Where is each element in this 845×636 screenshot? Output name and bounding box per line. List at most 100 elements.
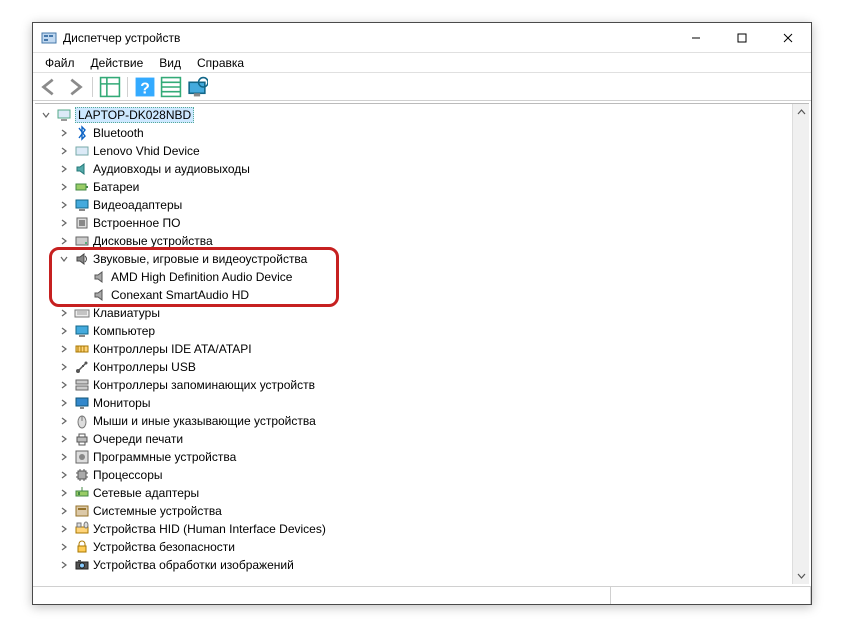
chevron-right-icon[interactable] bbox=[57, 234, 71, 248]
tree-item-label: LAPTOP-DK028NBD bbox=[75, 107, 194, 123]
menu-action[interactable]: Действие bbox=[83, 54, 152, 72]
display-icon bbox=[74, 197, 90, 213]
tree-category[interactable]: Мониторы bbox=[35, 394, 792, 412]
vertical-scrollbar[interactable] bbox=[792, 104, 809, 584]
chevron-right-icon[interactable] bbox=[57, 540, 71, 554]
chevron-down-icon[interactable] bbox=[39, 108, 53, 122]
cpu-icon bbox=[74, 467, 90, 483]
tree-item-label: Мониторы bbox=[93, 396, 150, 410]
tree-item-label: Устройства HID (Human Interface Devices) bbox=[93, 522, 326, 536]
scroll-up-arrow[interactable] bbox=[793, 104, 810, 121]
security-icon bbox=[74, 539, 90, 555]
tree-category[interactable]: Батареи bbox=[35, 178, 792, 196]
chevron-right-icon[interactable] bbox=[57, 432, 71, 446]
forward-button bbox=[63, 75, 87, 99]
battery-icon bbox=[74, 179, 90, 195]
chevron-right-icon[interactable] bbox=[57, 216, 71, 230]
tree-category[interactable]: Lenovo Vhid Device bbox=[35, 142, 792, 160]
tree-root[interactable]: LAPTOP-DK028NBD bbox=[35, 106, 792, 124]
chevron-right-icon[interactable] bbox=[57, 504, 71, 518]
tree-item-label: Контроллеры USB bbox=[93, 360, 196, 374]
tree-category[interactable]: Устройства HID (Human Interface Devices) bbox=[35, 520, 792, 538]
chevron-right-icon[interactable] bbox=[57, 360, 71, 374]
imaging-icon bbox=[74, 557, 90, 573]
tree-category[interactable]: Аудиовходы и аудиовыходы bbox=[35, 160, 792, 178]
tree-item-label: Программные устройства bbox=[93, 450, 236, 464]
computer-root-icon bbox=[56, 107, 72, 123]
chevron-right-icon[interactable] bbox=[57, 522, 71, 536]
tree-category[interactable]: Встроенное ПО bbox=[35, 214, 792, 232]
tree-item-label: Дисковые устройства bbox=[93, 234, 213, 248]
tree-item-label: Lenovo Vhid Device bbox=[93, 144, 200, 158]
tree-item-label: Мыши и иные указывающие устройства bbox=[93, 414, 316, 428]
tree-category[interactable]: Контроллеры запоминающих устройств bbox=[35, 376, 792, 394]
menu-file[interactable]: Файл bbox=[37, 54, 83, 72]
chevron-right-icon[interactable] bbox=[57, 414, 71, 428]
chevron-right-icon[interactable] bbox=[57, 558, 71, 572]
toolbar-separator bbox=[92, 77, 93, 97]
tree-item-label: Сетевые адаптеры bbox=[93, 486, 199, 500]
chevron-right-icon[interactable] bbox=[57, 306, 71, 320]
device-manager-window: Диспетчер устройств Файл Действие Вид Сп… bbox=[32, 22, 812, 605]
close-button[interactable] bbox=[765, 23, 811, 53]
tree-category[interactable]: Сетевые адаптеры bbox=[35, 484, 792, 502]
tree-item-label: Устройства обработки изображений bbox=[93, 558, 294, 572]
audio-io-icon bbox=[74, 161, 90, 177]
menu-view[interactable]: Вид bbox=[151, 54, 189, 72]
chevron-right-icon[interactable] bbox=[57, 378, 71, 392]
monitor-icon bbox=[74, 395, 90, 411]
tree-category[interactable]: Bluetooth bbox=[35, 124, 792, 142]
menu-help[interactable]: Справка bbox=[189, 54, 252, 72]
tree-category[interactable]: Компьютер bbox=[35, 322, 792, 340]
tree-item-label: Контроллеры IDE ATA/ATAPI bbox=[93, 342, 252, 356]
chevron-right-icon[interactable] bbox=[57, 324, 71, 338]
tree-category[interactable]: Видеоадаптеры bbox=[35, 196, 792, 214]
device-tree[interactable]: LAPTOP-DK028NBDBluetooth Lenovo Vhid Devi… bbox=[35, 104, 792, 584]
tree-category[interactable]: Контроллеры IDE ATA/ATAPI bbox=[35, 340, 792, 358]
tree-category[interactable]: Мыши и иные указывающие устройства bbox=[35, 412, 792, 430]
scan-hardware-button[interactable] bbox=[185, 75, 209, 99]
content-area: LAPTOP-DK028NBDBluetooth Lenovo Vhid Devi… bbox=[35, 103, 809, 584]
highlight-annotation bbox=[49, 247, 339, 307]
properties-button[interactable] bbox=[159, 75, 183, 99]
tree-category[interactable]: Контроллеры USB bbox=[35, 358, 792, 376]
minimize-button[interactable] bbox=[673, 23, 719, 53]
bluetooth-icon bbox=[74, 125, 90, 141]
tree-item-label: Устройства безопасности bbox=[93, 540, 235, 554]
chevron-right-icon[interactable] bbox=[57, 396, 71, 410]
tree-item-label: Видеоадаптеры bbox=[93, 198, 182, 212]
keyboard-icon bbox=[74, 305, 90, 321]
scroll-down-arrow[interactable] bbox=[793, 567, 810, 584]
chevron-right-icon[interactable] bbox=[57, 162, 71, 176]
tree-category[interactable]: Устройства безопасности bbox=[35, 538, 792, 556]
chevron-right-icon[interactable] bbox=[57, 342, 71, 356]
chevron-right-icon[interactable] bbox=[57, 144, 71, 158]
usb-icon bbox=[74, 359, 90, 375]
chevron-right-icon[interactable] bbox=[57, 198, 71, 212]
chevron-right-icon[interactable] bbox=[57, 468, 71, 482]
menubar: Файл Действие Вид Справка bbox=[33, 53, 811, 73]
show-hide-tree-button[interactable] bbox=[98, 75, 122, 99]
chevron-right-icon[interactable] bbox=[57, 126, 71, 140]
tree-category[interactable]: Системные устройства bbox=[35, 502, 792, 520]
chevron-right-icon[interactable] bbox=[57, 450, 71, 464]
tree-item-label: Контроллеры запоминающих устройств bbox=[93, 378, 315, 392]
chevron-right-icon[interactable] bbox=[57, 486, 71, 500]
tree-item-label: Системные устройства bbox=[93, 504, 222, 518]
status-bar bbox=[33, 586, 811, 604]
chevron-right-icon[interactable] bbox=[57, 180, 71, 194]
tree-category[interactable]: Процессоры bbox=[35, 466, 792, 484]
maximize-button[interactable] bbox=[719, 23, 765, 53]
help-button[interactable]: ? bbox=[133, 75, 157, 99]
tree-category[interactable]: Программные устройства bbox=[35, 448, 792, 466]
tree-item-label: Клавиатуры bbox=[93, 306, 160, 320]
tree-category[interactable]: Устройства обработки изображений bbox=[35, 556, 792, 574]
svg-text:?: ? bbox=[140, 80, 150, 97]
ide-icon bbox=[74, 341, 90, 357]
storage-icon bbox=[74, 377, 90, 393]
generic-icon bbox=[74, 143, 90, 159]
tree-item-label: Компьютер bbox=[93, 324, 155, 338]
titlebar[interactable]: Диспетчер устройств bbox=[33, 23, 811, 53]
app-icon bbox=[41, 30, 57, 46]
tree-category[interactable]: Очереди печати bbox=[35, 430, 792, 448]
